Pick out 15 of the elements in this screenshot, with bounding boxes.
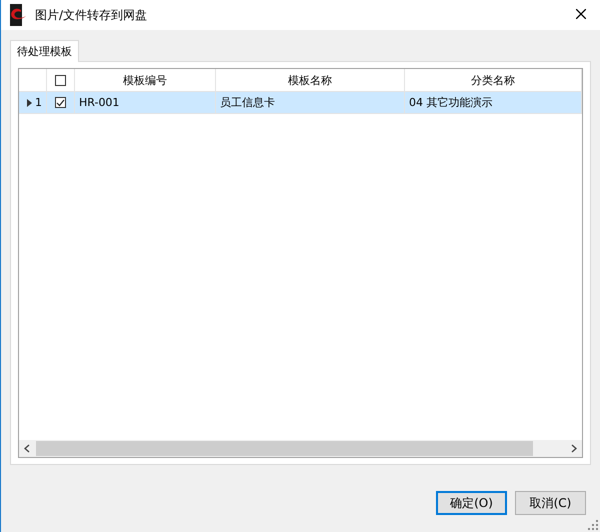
checkbox[interactable] [55,74,66,86]
table-row[interactable]: 1 HR-001 员工信息卡 04 其它功能演示 [19,92,582,114]
table-cell: HR-001 [75,92,216,114]
resize-grip-icon[interactable] [588,520,598,530]
window-title: 图片/文件转存到网盘 [35,6,148,24]
row-number: 1 [35,96,42,109]
table-cell: 员工信息卡 [216,92,405,114]
checkbox[interactable] [55,97,66,108]
scrollbar-thumb[interactable] [36,441,533,456]
horizontal-scrollbar[interactable] [19,440,582,457]
close-icon[interactable] [576,9,586,19]
tab[interactable]: 待处理模板 [10,40,79,62]
dialog-button[interactable]: 确定(O) [436,491,507,515]
dialog-button[interactable]: 取消(C) [515,491,586,515]
table-cell: 04 其它功能演示 [405,92,582,114]
